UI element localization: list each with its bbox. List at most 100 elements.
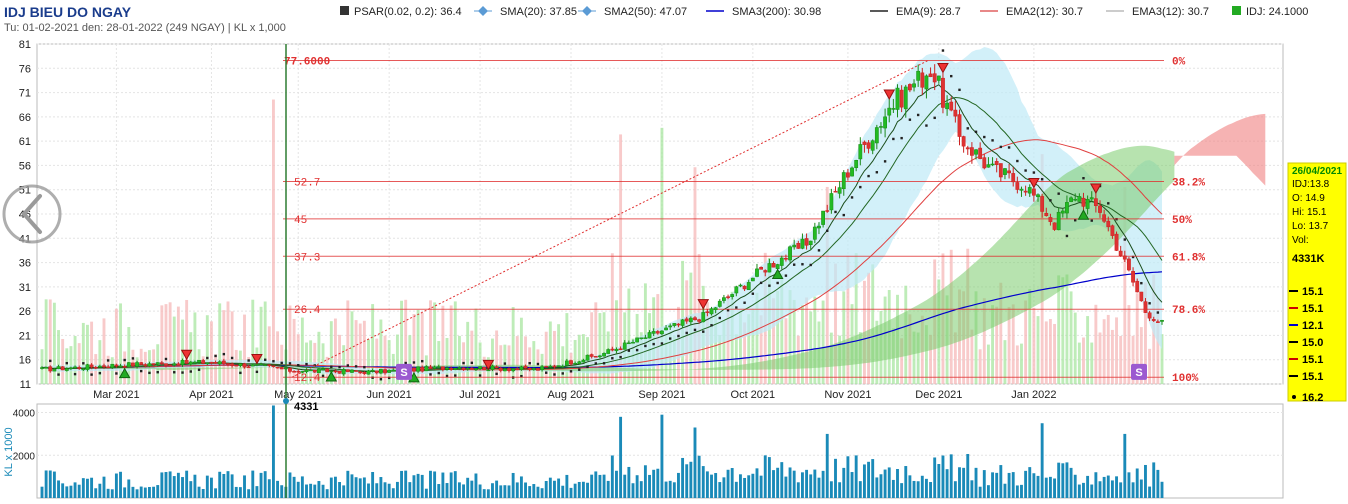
bg-volume-bar xyxy=(813,296,817,384)
candle-body xyxy=(267,364,272,366)
volume-bar xyxy=(499,485,503,498)
volume-bar xyxy=(44,470,48,498)
volume-bar xyxy=(86,478,89,498)
volume-bar xyxy=(371,472,375,498)
volume-bar xyxy=(1110,480,1114,498)
volume-bar xyxy=(1032,473,1036,498)
volume-bar xyxy=(685,464,689,498)
volume-bar xyxy=(615,470,618,498)
psar-dot xyxy=(181,371,184,374)
candle-body xyxy=(461,367,466,370)
fib-level-price: 37.3 xyxy=(294,252,320,264)
psar-dot xyxy=(49,359,52,363)
bg-volume-bar xyxy=(218,303,222,384)
side-marker-dot xyxy=(1292,395,1296,399)
side-marker-label: 15.1 xyxy=(1302,371,1323,383)
psar-dot xyxy=(280,361,283,365)
candle-body xyxy=(821,210,826,225)
side-marker-label: 15.0 xyxy=(1302,337,1323,349)
candle-body xyxy=(850,167,854,177)
volume-bar xyxy=(185,470,189,498)
psar-dot xyxy=(569,370,573,373)
psar-dot xyxy=(958,88,961,92)
volume-bar xyxy=(672,482,676,498)
volume-bar xyxy=(958,467,961,498)
volume-bar xyxy=(462,484,465,498)
psar-dot xyxy=(330,365,333,368)
candle-body xyxy=(738,284,743,287)
volume-bar xyxy=(449,472,453,498)
bg-volume-bar xyxy=(548,321,552,384)
volume-bar xyxy=(1115,476,1118,498)
candle-body xyxy=(846,172,850,178)
volume-bar xyxy=(999,465,1003,498)
volume-bar xyxy=(247,489,251,498)
volume-bar xyxy=(1082,482,1085,498)
candle-body xyxy=(994,161,999,165)
candle-body xyxy=(221,360,226,365)
volume-bar xyxy=(842,467,846,498)
psar-dot xyxy=(578,368,581,371)
psar-dot xyxy=(974,130,978,133)
bg-volume-bar xyxy=(164,304,168,384)
volume-bar xyxy=(875,477,879,498)
candle-body xyxy=(197,360,201,363)
bg-volume-bar xyxy=(86,324,89,384)
volume-bar xyxy=(1135,468,1139,498)
candle-body xyxy=(213,362,218,364)
volume-bar xyxy=(193,474,197,498)
bg-volume-bar xyxy=(978,349,982,384)
cursor-dot xyxy=(283,398,289,404)
bg-volume-bar xyxy=(189,332,193,384)
candle-body xyxy=(932,73,937,83)
candle-body xyxy=(755,268,759,277)
candle-body xyxy=(655,331,660,334)
candle-body xyxy=(668,325,673,328)
candle-body xyxy=(1048,217,1053,222)
volume-bar xyxy=(1119,482,1123,498)
volume-bar xyxy=(565,474,569,498)
bg-volume-bar xyxy=(1065,274,1069,384)
candle-body xyxy=(383,369,387,374)
bg-volume-bar xyxy=(73,335,77,384)
bg-volume-bar xyxy=(1048,319,1052,384)
stock-chart[interactable]: IDJ BIEU DO NGAY Tu: 01-02-2021 den: 28-… xyxy=(0,0,1348,504)
bg-volume-bar xyxy=(557,324,561,384)
sell-flag-label: S xyxy=(1135,367,1142,379)
candle-body xyxy=(52,368,57,372)
volume-bar xyxy=(478,484,482,498)
bg-volume-bar xyxy=(210,321,213,384)
psar-dot xyxy=(685,331,688,335)
volume-bar xyxy=(424,488,428,498)
candle-body xyxy=(1073,198,1078,201)
volume-bar xyxy=(288,472,292,498)
volume-bar xyxy=(387,483,391,498)
candle-body xyxy=(1110,225,1115,236)
bg-volume-bar xyxy=(98,340,102,384)
volume-bar xyxy=(1106,475,1110,498)
candle-body xyxy=(432,366,437,369)
candle-body xyxy=(494,366,499,369)
candle-body xyxy=(639,337,644,340)
month-tick-label: Aug 2021 xyxy=(547,389,594,401)
chart-subtitle: Tu: 01-02-2021 den: 28-01-2022 (249 NGAY… xyxy=(4,22,286,34)
psar-dot xyxy=(751,292,755,295)
legend-label: SMA3(200): 30.98 xyxy=(732,6,821,18)
legend-marker xyxy=(478,6,488,16)
candle-body xyxy=(193,361,197,364)
volume-bar xyxy=(862,464,866,498)
candle-body xyxy=(180,360,185,365)
candle-body xyxy=(763,270,768,273)
candle-body xyxy=(73,366,77,369)
candle-body xyxy=(916,70,921,81)
price-tick-label: 71 xyxy=(19,88,31,100)
volume-bar xyxy=(172,476,176,498)
bg-volume-bar xyxy=(801,305,804,384)
volume-bar xyxy=(367,483,370,498)
candle-body xyxy=(858,144,863,160)
candle-body xyxy=(750,277,755,282)
volume-bar xyxy=(631,483,635,498)
volume-bar xyxy=(937,463,941,498)
candle-body xyxy=(449,368,454,370)
candle-body xyxy=(354,370,358,372)
